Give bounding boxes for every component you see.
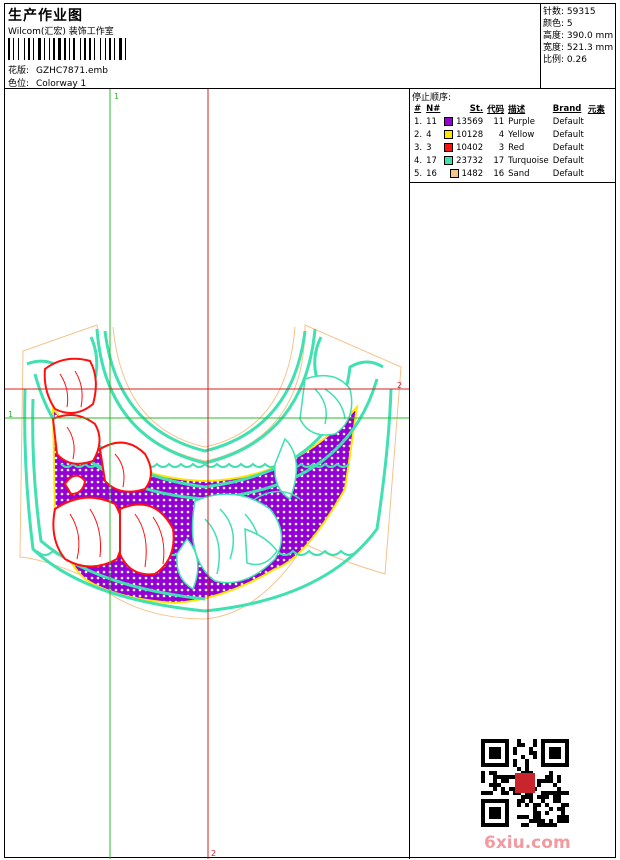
- company-name: Wilcom(汇宏) 装饰工作室: [8, 27, 114, 37]
- red-guide-h-label: 2: [397, 381, 402, 390]
- table-row: 5. 16 1482 16 Sand Default: [414, 168, 584, 179]
- color-swatch-red: [444, 142, 454, 152]
- stat-scale: 比例: 0.26: [543, 55, 587, 65]
- col-header-needle: N#: [426, 103, 441, 114]
- stop-sequence-panel: 停止顺序: # N# St. 代码 描述 Brand 元素 1. 11 1356…: [409, 88, 616, 183]
- table-row: 1. 11 13569 11 Purple Default: [414, 116, 584, 127]
- design-file-line: 花版: GZHC7871.emb: [8, 63, 108, 76]
- design-stats: 针数: 59315 颜色: 5 高度: 390.0 mm 宽度: 521.3 m…: [540, 4, 616, 89]
- green-guide-h-label: 1: [8, 410, 13, 419]
- production-sheet: 生产作业图 Wilcom(汇宏) 装饰工作室 花版: GZHC7871.emb 色…: [4, 3, 616, 859]
- watermark-logo: 6xiu.com: [484, 833, 571, 853]
- design-file-value: GZHC7871.emb: [36, 66, 108, 76]
- color-swatch-purple: [444, 116, 454, 126]
- col-header-stitches: St.: [469, 103, 484, 114]
- barcode: [8, 38, 126, 60]
- col-header-description: 描述: [508, 104, 526, 115]
- qr-code: [481, 739, 569, 827]
- table-row: 3. 3 10402 3 Red Default: [414, 142, 584, 153]
- color-swatch-turquoise: [444, 155, 454, 165]
- col-header-code: 代码: [487, 104, 505, 115]
- col-header-index: #: [414, 103, 422, 114]
- col-header-brand: Brand: [552, 103, 582, 114]
- table-row: 4. 17 23732 17 Turquoise Default: [414, 155, 584, 166]
- red-guide-v-label: 2: [211, 849, 216, 858]
- stat-colors: 颜色: 5: [543, 19, 573, 29]
- table-row: 2. 4 10128 4 Yellow Default: [414, 129, 584, 140]
- design-file-label: 花版:: [8, 66, 30, 76]
- panel-divider: [409, 183, 410, 859]
- embroidery-preview: 1 1 2 2: [5, 89, 409, 859]
- green-guide-v-label: 1: [114, 92, 119, 101]
- stat-height: 高度: 390.0 mm: [543, 31, 614, 41]
- stat-stitches: 针数: 59315: [543, 7, 596, 17]
- color-swatch-sand: [449, 168, 459, 178]
- stat-width: 宽度: 521.3 mm: [543, 43, 614, 53]
- stop-sequence-table: # N# St. 代码 描述 Brand 元素 1. 11 13569 11 P…: [412, 102, 607, 180]
- table-header-row: # N# St. 代码 描述 Brand 元素: [412, 102, 607, 115]
- sheet-title: 生产作业图: [8, 8, 83, 24]
- col-header-element: 元素: [587, 104, 605, 115]
- color-swatch-yellow: [444, 129, 454, 139]
